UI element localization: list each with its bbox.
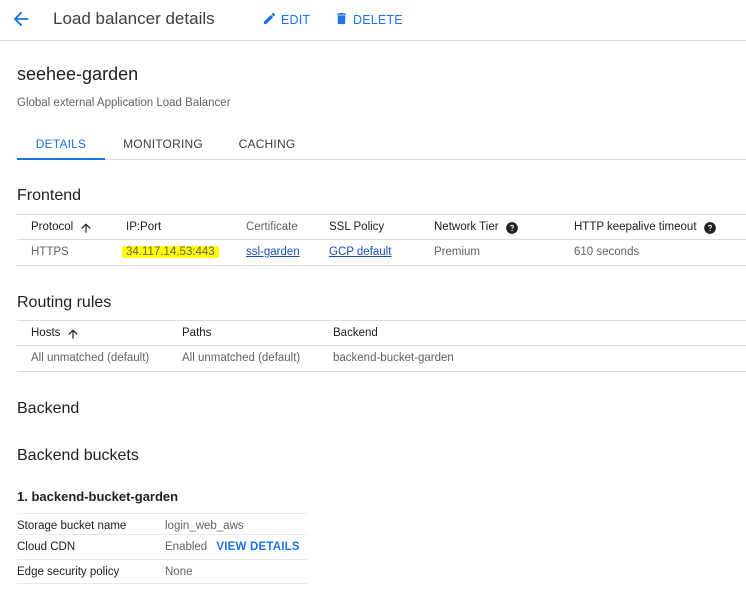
network-tier-value: Premium [434,246,481,258]
column-keepalive-label: HTTP keepalive timeout [574,221,697,233]
load-balancer-name: seehee-garden [17,64,139,84]
cloud-cdn-value-cell: Enabled VIEW DETAILS [165,535,300,559]
routing-rules-heading: Routing rules [17,294,112,311]
arrow-up-icon [79,221,93,235]
routing-rules-table: Hosts Paths Backend All unmatched (defau… [17,320,746,373]
backend-heading: Backend [17,400,80,417]
arrow-back-icon[interactable] [10,8,32,30]
bucket-details: Storage bucket name login_web_aws Cloud … [17,513,307,589]
list-item: Cloud CDN Enabled VIEW DETAILS [17,534,307,559]
cloud-cdn-status: Enabled [165,541,208,553]
edit-button[interactable]: EDIT [262,11,310,29]
column-protocol-label: Protocol [31,221,74,233]
load-balancer-type: Global external Application Load Balance… [17,97,231,109]
hosts-value: All unmatched (default) [31,352,150,364]
column-keepalive: HTTP keepalive timeout [574,215,717,240]
delete-button-label: DELETE [353,13,403,27]
column-certificate: Certificate [246,221,298,233]
edit-button-label: EDIT [281,13,311,27]
edge-security-policy-value: None [165,566,193,578]
certificate-link[interactable]: ssl-garden [246,240,300,265]
frontend-heading: Frontend [17,187,82,204]
column-backend: Backend [333,327,378,339]
help-circle-icon[interactable] [505,221,519,235]
top-bar: Load balancer details EDIT DELETE [0,0,746,41]
keepalive-value: 610 seconds [574,246,640,258]
column-hosts-label: Hosts [31,327,61,339]
frontend-table: Protocol IP:Port Certificate SSL Policy … [17,214,746,267]
paths-value: All unmatched (default) [182,352,301,364]
table-row: HTTPS 34.117.14.53:443 ssl-garden GCP de… [17,240,746,266]
backend-buckets-heading: Backend buckets [17,447,139,464]
trash-icon [334,11,349,29]
column-network-tier-label: Network Tier [434,221,499,233]
column-network-tier: Network Tier [434,215,519,240]
ip-port-value: 34.117.14.53:443 [122,240,219,265]
tab-bar: DETAILS MONITORING CACHING [17,130,746,160]
edge-security-policy-label: Edge security policy [17,566,120,578]
frontend-table-header: Protocol IP:Port Certificate SSL Policy … [17,214,746,240]
column-ssl-policy: SSL Policy [329,221,385,233]
column-ip-port: IP:Port [126,221,162,233]
view-details-button[interactable]: VIEW DETAILS [216,541,299,553]
list-item: Edge security policy None [17,559,307,584]
delete-button[interactable]: DELETE [334,11,403,29]
column-hosts[interactable]: Hosts [31,321,80,346]
page-title: Load balancer details [53,9,215,28]
routing-table-header: Hosts Paths Backend [17,320,746,346]
protocol-value: HTTPS [31,246,69,258]
tab-monitoring[interactable]: MONITORING [117,130,209,160]
column-paths: Paths [182,327,212,339]
column-protocol[interactable]: Protocol [31,215,93,240]
cloud-cdn-label: Cloud CDN [17,541,76,553]
tab-details[interactable]: DETAILS [17,130,105,160]
pencil-icon [262,11,277,29]
help-circle-icon[interactable] [703,221,717,235]
table-row: All unmatched (default) All unmatched (d… [17,346,746,372]
tab-caching[interactable]: CACHING [231,130,303,160]
bucket-heading: 1. backend-bucket-garden [17,489,179,504]
arrow-up-icon [66,327,80,341]
backend-value: backend-bucket-garden [333,352,454,364]
ip-port-highlight: 34.117.14.53:443 [122,246,219,258]
ssl-policy-link[interactable]: GCP default [329,240,391,265]
